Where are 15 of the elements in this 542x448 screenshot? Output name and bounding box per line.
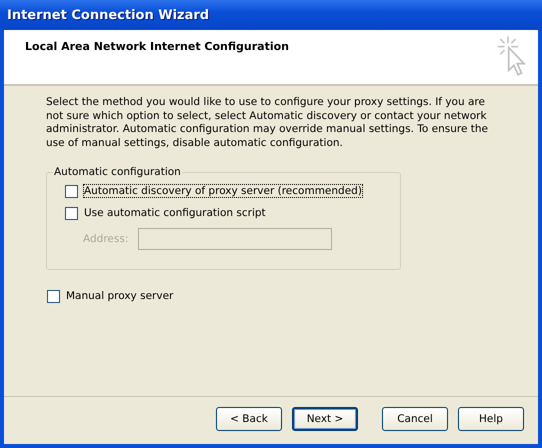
wizard-button[interactable]: < Back [216, 407, 282, 431]
wizard-button[interactable]: Help [458, 407, 524, 431]
group-legend: Automatic configuration [53, 166, 182, 178]
wizard-button[interactable]: Cancel [382, 407, 448, 431]
page-title: Local Area Network Internet Configuration [25, 40, 290, 55]
checkbox-label[interactable]: Manual proxy server [66, 290, 174, 302]
checkbox[interactable] [65, 184, 78, 198]
checkbox-label[interactable]: Use automatic configuration script [84, 207, 266, 219]
wizard-button[interactable]: Next > [292, 407, 358, 431]
address-label: Address: [83, 233, 128, 245]
checkbox[interactable] [65, 206, 78, 220]
checkbox[interactable] [47, 290, 60, 302]
window-title: Internet Connection Wizard [7, 8, 210, 22]
checkbox-label[interactable]: Automatic discovery of proxy server (recommended) [84, 185, 362, 197]
instructions-text: Select the method you would like to use to configure your proxy settings. If you are not sure which option to select, select Automatic discovery or contact your network administrator. Automatic configuration may override manual settings. To ensure the use of manual settings, disable automatic configuration. [46, 96, 489, 150]
